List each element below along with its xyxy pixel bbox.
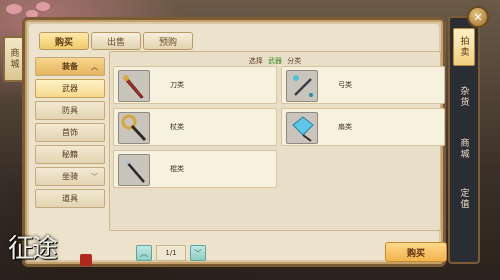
category-manual[interactable]: 秘籍 [35,145,105,164]
weapon-class-name: 杖类 [170,123,184,131]
bow-icon [286,70,318,102]
category-mount[interactable]: 坐骑 ﹀ [35,167,105,186]
category-list: 装备 ︿ 武器 防具 首饰 秘籍 坐骑 ﹀ 道具 [35,57,105,211]
panel-title-prefix: 选择 [248,57,263,65]
shop-window-inner: 购买 出售 预购 装备 ︿ 武器 防具 首饰 秘籍 坐骑 ﹀ 道具 选择 武器 … [29,24,447,262]
panel-title-highlight: 武器 [268,57,282,65]
close-button[interactable]: ✕ [467,6,489,28]
category-label: 首饰 [62,128,78,137]
page-indicator: 1/1 [156,245,186,261]
weapon-class-name: 弓类 [338,81,352,89]
category-label: 坐骑 [62,172,78,181]
weapon-class-card[interactable]: 扇类 [281,108,445,146]
pagination: ︿ 1/1 ﹀ [136,245,206,261]
category-label: 装备 [62,62,78,71]
weapon-class-panel: 选择 武器 分类 刀类 弓类 杖类 扇类 棍类 [109,51,445,231]
category-label: 道具 [62,194,78,203]
close-icon: ✕ [473,10,483,24]
category-armor[interactable]: 防具 [35,101,105,120]
category-item[interactable]: 道具 [35,189,105,208]
chevron-up-icon: ︿ [91,62,98,71]
weapon-class-name: 棍类 [170,165,184,173]
category-jewelry[interactable]: 首饰 [35,123,105,142]
panel-title: 选择 武器 分类 [110,56,440,66]
category-equipment[interactable]: 装备 ︿ [35,57,105,76]
side-tab-mall-label: 商城 [8,48,19,70]
page-next-button[interactable]: ﹀ [190,245,206,261]
tab-sell[interactable]: 出售 [91,32,141,50]
category-label: 防具 [62,106,78,115]
panel-title-suffix: 分类 [287,57,302,65]
weapon-class-card[interactable]: 弓类 [281,66,445,104]
category-label: 秘籍 [62,150,78,159]
category-weapon[interactable]: 武器 [35,79,105,98]
saber-icon [118,70,150,102]
weapon-class-card[interactable]: 刀类 [113,66,277,104]
weapon-class-name: 扇类 [338,123,352,131]
nav-mall[interactable]: 商城 [453,130,475,168]
nav-grocery[interactable]: 杂货 [453,78,475,116]
shop-nav-panel: 拍卖 杂货 商城 定值 [448,16,480,264]
weapon-class-name: 刀类 [170,81,184,89]
tab-preorder[interactable]: 预购 [143,32,193,50]
staff-icon [118,112,150,144]
weapon-class-card[interactable]: 杖类 [113,108,277,146]
club-icon [118,154,150,186]
fan-icon [286,112,318,144]
blossom-decoration [36,2,50,11]
weapon-class-card[interactable]: 棍类 [113,150,277,188]
nav-fixed-price[interactable]: 定值 [453,180,475,218]
logo-seal [80,254,92,266]
tab-buy[interactable]: 购买 [39,32,89,50]
buy-button[interactable]: 购买 [385,242,447,262]
page-prev-button[interactable]: ︿ [136,245,152,261]
nav-auction[interactable]: 拍卖 [453,28,475,66]
category-label: 武器 [62,84,78,93]
chevron-down-icon: ﹀ [91,172,98,181]
game-logo: 征途 [8,228,100,274]
blossom-decoration [6,4,22,14]
trade-tabs: 购买 出售 预购 [39,32,195,50]
